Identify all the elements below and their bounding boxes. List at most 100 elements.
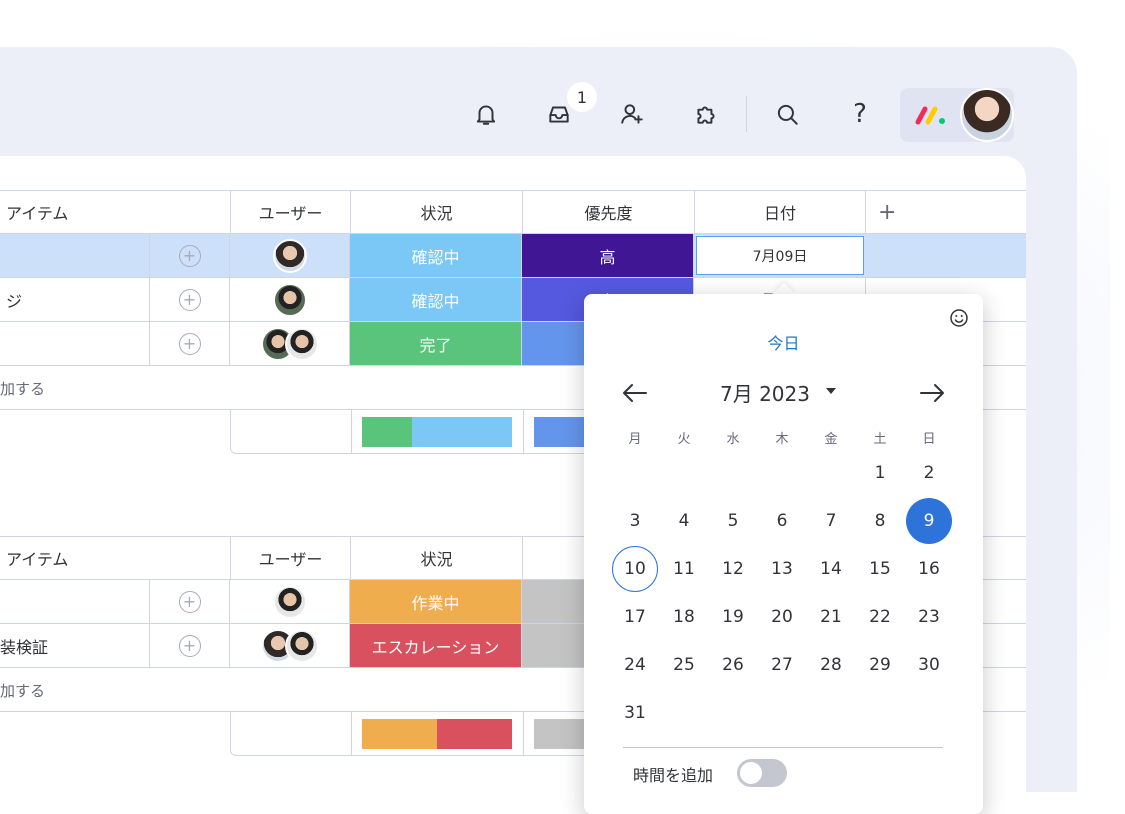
add-item-label[interactable]: 加する [0,378,45,399]
calendar-day[interactable]: 14 [808,546,854,592]
table-row[interactable]: + 確認中 高 7月09日 [0,234,1026,278]
calendar-day[interactable]: 30 [906,642,952,688]
calendar-day[interactable]: 28 [808,642,854,688]
user-cell[interactable] [230,278,350,321]
calendar-day[interactable]: 7 [808,498,854,544]
summary-divider [351,712,352,756]
add-update-icon[interactable]: + [178,590,201,613]
column-header-priority[interactable]: 優先度 [522,190,694,234]
account-menu[interactable] [900,88,1014,142]
summary-divider [523,712,524,756]
calendar-day[interactable]: 11 [661,546,707,592]
column-header-user[interactable]: ユーザー [230,190,350,234]
column-header-status[interactable]: 状況 [350,190,522,234]
calendar-day[interactable]: 22 [857,594,903,640]
status-cell[interactable]: 確認中 [350,278,522,321]
calendar-day[interactable]: 23 [906,594,952,640]
add-update-icon[interactable]: + [178,244,201,267]
date-cell-editing[interactable]: 7月09日 [696,236,864,275]
monday-logo-icon [915,106,945,125]
user-cell[interactable] [230,322,350,365]
status-cell[interactable]: エスカレーション [350,624,522,667]
status-cell[interactable]: 確認中 [350,234,522,277]
summary-segment [411,417,512,447]
user-avatar[interactable] [960,88,1014,142]
weekday-label: 月 [628,432,642,447]
calendar-day[interactable]: 9 [906,498,952,544]
person-avatar [272,282,307,317]
item-name[interactable] [0,322,150,365]
add-column-button[interactable]: + [866,190,1026,234]
calendar-day[interactable]: 10 [612,546,658,592]
add-update-icon[interactable]: + [178,288,201,311]
calendar-day[interactable]: 3 [612,498,658,544]
status-summary-bar[interactable] [362,719,512,749]
next-month-arrow-icon[interactable] [917,380,947,406]
calendar-day[interactable]: 5 [710,498,756,544]
add-update-cell[interactable]: + [150,580,230,623]
user-cell[interactable] [230,624,350,667]
today-button[interactable]: 今日 [584,330,983,354]
calendar-day[interactable]: 29 [857,642,903,688]
calendar-day[interactable]: 18 [661,594,707,640]
calendar-day[interactable]: 20 [759,594,805,640]
calendar-day[interactable]: 2 [906,450,952,496]
integrations-puzzle-icon[interactable] [688,96,724,132]
item-name[interactable] [0,234,150,277]
person-avatar [272,584,307,619]
column-header-status[interactable]: 状況 [350,536,522,580]
calendar-day[interactable]: 24 [612,642,658,688]
calendar-day[interactable]: 15 [857,546,903,592]
weekday-label: 火 [677,432,691,447]
calendar-day[interactable]: 19 [710,594,756,640]
calendar-day[interactable]: 21 [808,594,854,640]
column-header-item: アイテム [0,190,230,234]
calendar-day[interactable]: 16 [906,546,952,592]
status-summary-bar[interactable] [362,417,512,447]
calendar-day[interactable]: 31 [612,690,658,736]
calendar-day[interactable]: 1 [857,450,903,496]
calendar-day[interactable]: 27 [759,642,805,688]
column-header-date[interactable]: 日付 [694,190,866,234]
status-cell[interactable]: 作業中 [350,580,522,623]
add-item-label[interactable]: 加する [0,680,45,701]
calendar-day[interactable]: 4 [661,498,707,544]
calendar-day[interactable]: 12 [710,546,756,592]
add-update-icon[interactable]: + [178,332,201,355]
month-navigation: 7月 2023 [584,376,983,408]
item-name[interactable]: 装検証 [0,624,150,667]
user-cell[interactable] [230,580,350,623]
notifications-bell-icon[interactable] [468,96,504,132]
add-update-cell[interactable]: + [150,278,230,321]
help-icon[interactable]: ? [842,96,878,132]
status-cell[interactable]: 完了 [350,322,522,365]
date-picker: 今日 7月 2023 月火水木金土日 1 2 3 4 5 6 7 8 9 10 11 12 13 14 15… [584,294,983,814]
help-label: ? [853,99,867,129]
picker-divider [623,747,943,748]
person-avatar [272,238,307,273]
weekday-label: 土 [873,432,887,447]
item-name[interactable] [0,580,150,623]
emoji-icon[interactable] [949,308,969,328]
summary-divider [523,410,524,454]
calendar-day[interactable]: 8 [857,498,903,544]
add-update-cell[interactable]: + [150,322,230,365]
user-cell[interactable] [230,234,350,277]
add-update-icon[interactable]: + [178,634,201,657]
add-time-toggle[interactable] [737,759,787,787]
add-update-cell[interactable]: + [150,624,230,667]
calendar-day[interactable]: 13 [759,546,805,592]
chevron-down-icon[interactable] [826,388,836,394]
calendar-day[interactable]: 25 [661,642,707,688]
calendar-day[interactable]: 6 [759,498,805,544]
previous-month-arrow-icon[interactable] [620,380,650,406]
calendar-day[interactable]: 26 [710,642,756,688]
invite-member-icon[interactable] [614,96,650,132]
column-header-user[interactable]: ユーザー [230,536,350,580]
priority-cell[interactable]: 高 [522,234,694,277]
add-update-cell[interactable]: + [150,234,230,277]
calendar-day[interactable]: 17 [612,594,658,640]
search-icon[interactable] [769,96,805,132]
item-name[interactable]: ジ [0,278,150,321]
month-year-label[interactable]: 7月 2023 [720,378,810,407]
